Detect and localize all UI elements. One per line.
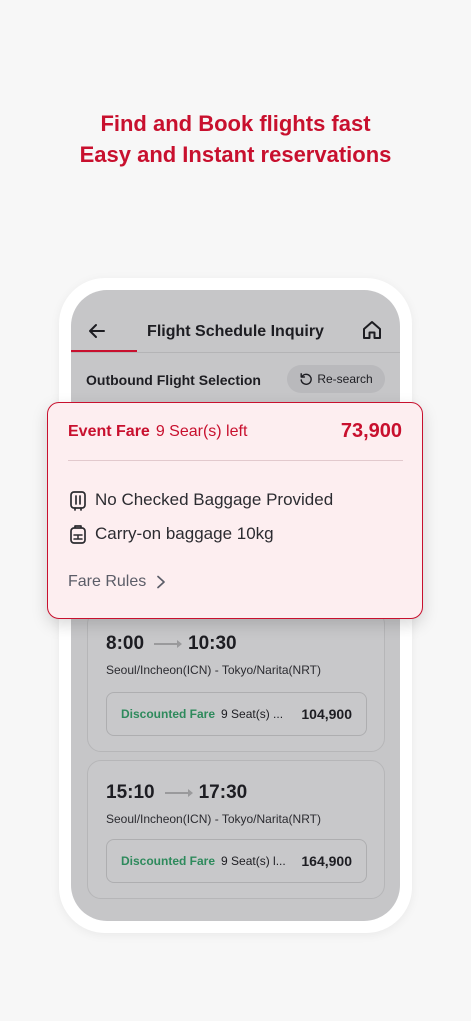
arrive-time: 17:30 [198, 782, 248, 803]
carry-on-bag-icon [70, 525, 86, 544]
flight-card[interactable]: 15:10 17:30 Seoul/Incheon(ICN) - Tokyo/Na… [87, 760, 385, 899]
headline: Find and Book flights fast Easy and Inst… [0, 108, 471, 170]
fare-option-button[interactable]: Discounted Fare 9 Seat(s) ... 104,900 [106, 692, 367, 736]
event-fare-price: 73,900 [340, 420, 402, 442]
page-title: Flight Schedule Inquiry [147, 323, 324, 340]
fare-price: 164,900 [301, 853, 352, 869]
depart-time: 8:00 [106, 633, 145, 654]
fare-type-label: Discounted Fare [121, 854, 216, 868]
arrive-time: 10:30 [188, 633, 237, 654]
divider [68, 460, 403, 461]
fare-type-label: Discounted Fare [121, 707, 216, 721]
seats-left: 9 Sear(s) left [155, 423, 248, 440]
home-icon[interactable] [361, 319, 383, 341]
event-fare-header: Event Fare 9 Sear(s) left [68, 423, 247, 441]
event-fare-label: Event Fare [68, 423, 150, 440]
depart-time: 15:10 [106, 782, 155, 803]
seats-available: 9 Seat(s) ... [221, 707, 284, 721]
tab-indicator [71, 350, 137, 352]
feature-label: No Checked Baggage Provided [95, 490, 334, 509]
seats-available: 9 Seat(s) l... [221, 854, 286, 868]
section-title: Outbound Flight Selection [86, 372, 261, 388]
fare-rules-label: Fare Rules [68, 573, 147, 590]
chevron-right-icon [157, 575, 166, 589]
baggage-icon [70, 491, 86, 511]
arrow-right-icon [154, 639, 183, 648]
re-search-label: Re-search [317, 372, 373, 386]
fare-option-button[interactable]: Discounted Fare 9 Seat(s) l... 164,900 [106, 839, 367, 883]
fare-price: 104,900 [301, 706, 352, 722]
fare-rules-link[interactable]: Fare Rules [68, 573, 166, 591]
flight-times: 15:10 17:30 [106, 782, 247, 804]
feature-row: No Checked Baggage Provided [68, 489, 333, 511]
re-search-button[interactable]: Re-search [287, 365, 385, 393]
flight-card[interactable]: 8:00 10:30 Seoul/Incheon(ICN) - Tokyo/Nar… [87, 610, 385, 752]
app-bar: Flight Schedule Inquiry [71, 290, 400, 353]
flight-route: Seoul/Incheon(ICN) - Tokyo/Narita(NRT) [106, 663, 321, 677]
feature-label: Carry-on baggage 10kg [95, 524, 274, 543]
flight-route: Seoul/Incheon(ICN) - Tokyo/Narita(NRT) [106, 812, 321, 826]
headline-line-2: Easy and Instant reservations [79, 142, 392, 167]
headline-line-1: Find and Book flights fast [100, 111, 371, 136]
arrow-right-icon [164, 788, 193, 797]
flight-times: 8:00 10:30 [106, 633, 237, 655]
refresh-icon [300, 373, 313, 385]
feature-row: Carry-on baggage 10kg [68, 523, 274, 545]
event-fare-card[interactable]: Event Fare 9 Sear(s) left 73,900 No Check… [47, 402, 423, 619]
